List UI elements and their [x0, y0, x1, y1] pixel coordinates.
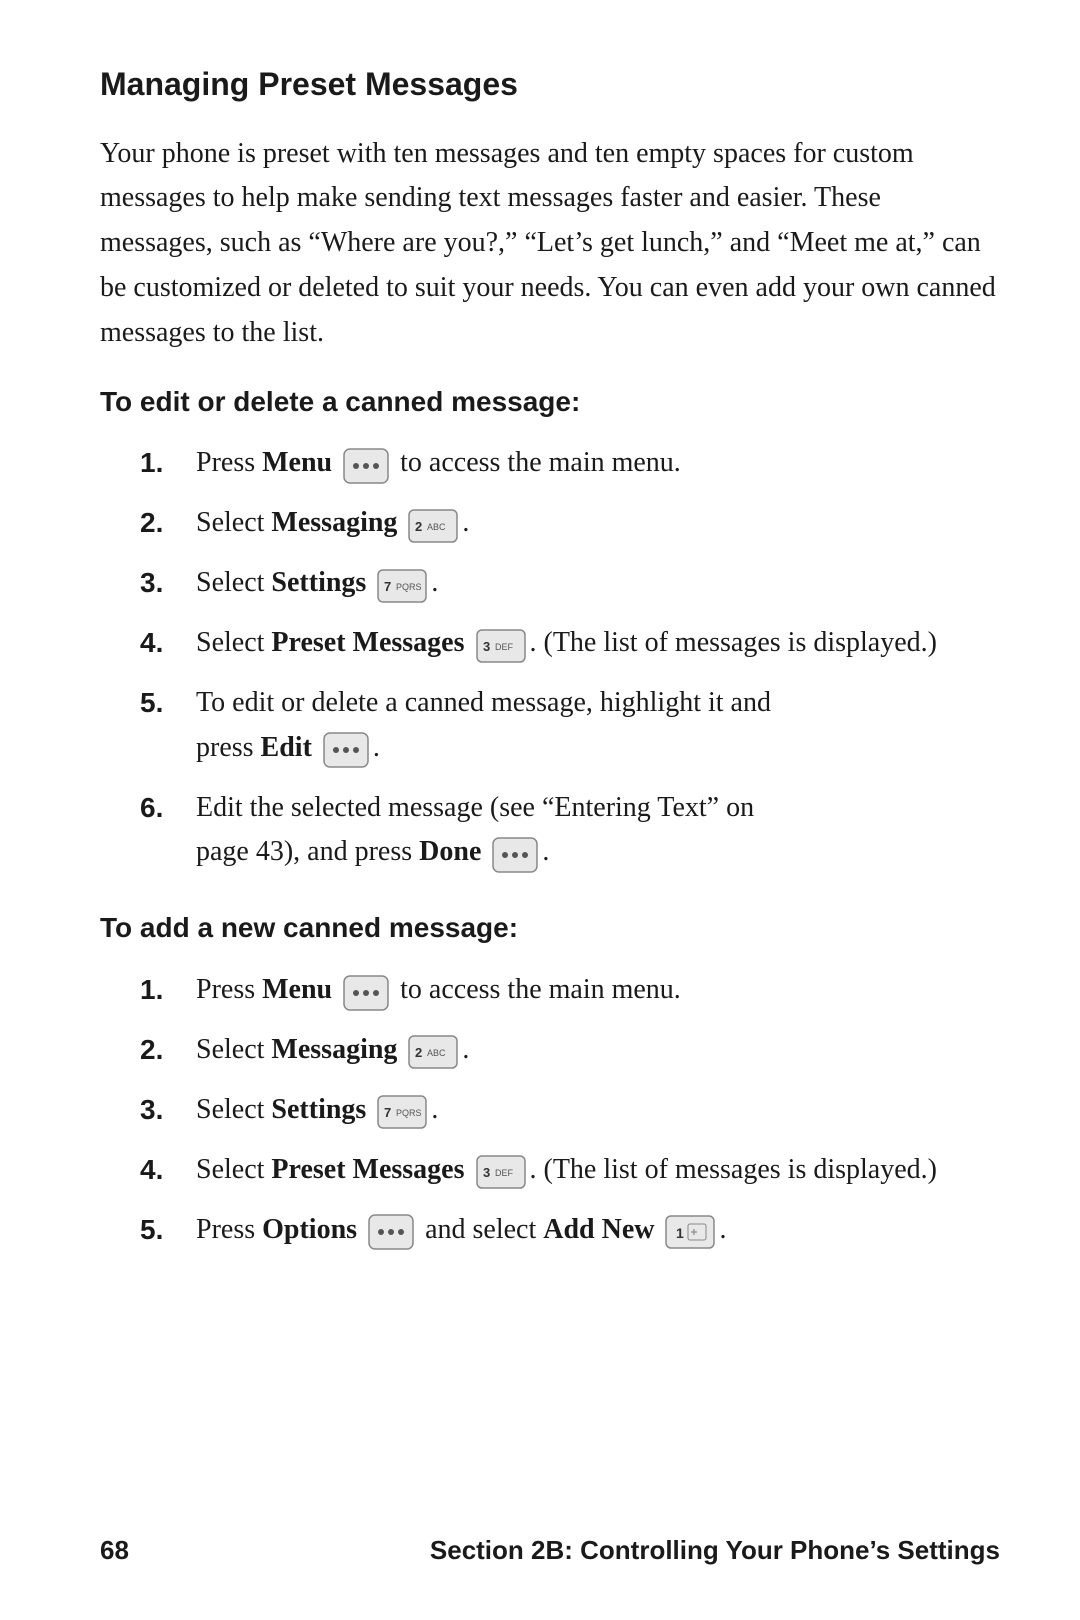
step-content: Press Options and select Add New 1 [190, 1208, 1000, 1254]
svg-text:3: 3 [483, 639, 490, 654]
step-number: 3. [140, 1088, 190, 1133]
step-content: Edit the selected message (see “Entering… [190, 786, 1000, 877]
step-content: Select Settings 7 PQRS . [190, 561, 1000, 607]
footer-section-label: Section 2B: Controlling Your Phone’s Set… [430, 1530, 1000, 1570]
menu-button-icon-2 [342, 969, 390, 1014]
step-content: Press Menu to access the main menu. [190, 441, 1000, 487]
step-number: 3. [140, 561, 190, 606]
settings-button-icon: 7 PQRS [376, 562, 428, 607]
step-3-edit: 3. Select Settings 7 PQRS . [140, 561, 1000, 607]
preset-messages-button-icon: 3 DEF [475, 622, 527, 667]
messaging-button-icon-2: 2 ABC [407, 1029, 459, 1074]
svg-text:DEF: DEF [495, 1168, 514, 1178]
add-new-button-icon: 1 [664, 1209, 716, 1254]
svg-text:2: 2 [415, 519, 422, 534]
step-5-add: 5. Press Options and select Add New 1 [140, 1208, 1000, 1254]
step-number: 4. [140, 621, 190, 666]
step-content: Select Messaging 2 ABC . [190, 501, 1000, 547]
footer-page-number: 68 [100, 1530, 129, 1570]
step-1-add: 1. Press Menu to access the main menu. [140, 968, 1000, 1014]
section1-step-list: 1. Press Menu to access the main menu. 2… [140, 441, 1000, 876]
svg-text:7: 7 [384, 1105, 391, 1120]
section2-heading: To add a new canned message: [100, 906, 1000, 949]
step-number: 5. [140, 681, 190, 726]
step-5-edit: 5. To edit or delete a canned message, h… [140, 681, 1000, 772]
svg-text:DEF: DEF [495, 642, 514, 652]
step-number: 5. [140, 1208, 190, 1253]
step-content: Select Preset Messages 3 DEF . (The list… [190, 1148, 1000, 1194]
step-number: 1. [140, 441, 190, 486]
step-content: Select Messaging 2 ABC . [190, 1028, 1000, 1074]
svg-text:2: 2 [415, 1045, 422, 1060]
section1-heading: To edit or delete a canned message: [100, 380, 1000, 423]
step-number: 2. [140, 501, 190, 546]
settings-button-icon-2: 7 PQRS [376, 1089, 428, 1134]
page-footer: 68 Section 2B: Controlling Your Phone’s … [0, 1530, 1080, 1570]
svg-text:1: 1 [676, 1225, 684, 1241]
svg-text:PQRS: PQRS [396, 582, 422, 592]
step-6-edit: 6. Edit the selected message (see “Enter… [140, 786, 1000, 877]
preset-messages-button-icon-2: 3 DEF [475, 1149, 527, 1194]
step-content: Select Settings 7 PQRS . [190, 1088, 1000, 1134]
page-title: Managing Preset Messages [100, 60, 1000, 110]
step-2-edit: 2. Select Messaging 2 ABC . [140, 501, 1000, 547]
svg-text:ABC: ABC [427, 522, 446, 532]
done-button-icon [491, 832, 539, 877]
step-number: 2. [140, 1028, 190, 1073]
step-content: To edit or delete a canned message, high… [190, 681, 1000, 772]
svg-text:PQRS: PQRS [396, 1108, 422, 1118]
messaging-button-icon: 2 ABC [407, 502, 459, 547]
menu-button-icon [342, 442, 390, 487]
intro-paragraph: Your phone is preset with ten messages a… [100, 132, 1000, 356]
step-2-add: 2. Select Messaging 2 ABC . [140, 1028, 1000, 1074]
section2-step-list: 1. Press Menu to access the main menu. 2… [140, 968, 1000, 1254]
step-3-add: 3. Select Settings 7 PQRS . [140, 1088, 1000, 1134]
svg-text:7: 7 [384, 579, 391, 594]
step-number: 6. [140, 786, 190, 831]
svg-text:3: 3 [483, 1165, 490, 1180]
step-4-add: 4. Select Preset Messages 3 DEF . (The l… [140, 1148, 1000, 1194]
step-1-edit: 1. Press Menu to access the main menu. [140, 441, 1000, 487]
step-content: Press Menu to access the main menu. [190, 968, 1000, 1014]
step-4-edit: 4. Select Preset Messages 3 DEF . (The l… [140, 621, 1000, 667]
svg-text:ABC: ABC [427, 1048, 446, 1058]
step-number: 4. [140, 1148, 190, 1193]
edit-button-icon [322, 727, 370, 772]
step-number: 1. [140, 968, 190, 1013]
options-button-icon [367, 1209, 415, 1254]
step-content: Select Preset Messages 3 DEF . (The list… [190, 621, 1000, 667]
